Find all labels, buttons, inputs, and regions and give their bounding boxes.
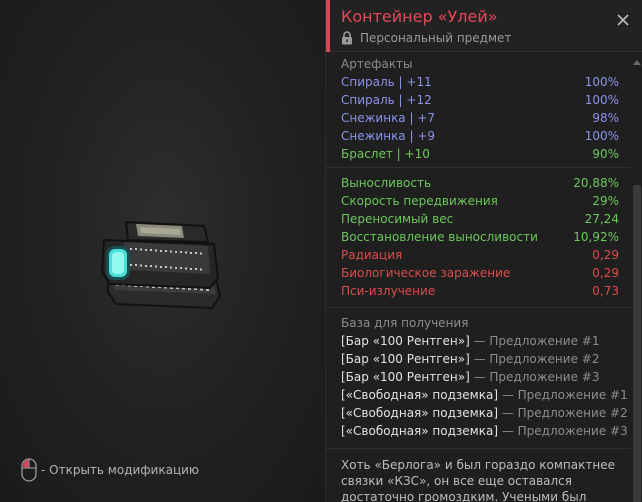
stat-row-psy: Пси-излучение 0,73 — [341, 282, 619, 300]
tooltip-scrollbar[interactable] — [632, 53, 642, 502]
tooltip-scroll-area[interactable]: Артефакты Спираль | +11 100% Спираль | +… — [326, 53, 631, 502]
item-preview: - Открыть модификацию — [0, 0, 325, 502]
artifacts-section: Артефакты Спираль | +11 100% Спираль | +… — [326, 53, 631, 167]
artifact-row: Браслет | +10 90% — [341, 145, 619, 163]
stat-name: Восстановление выносливости — [341, 230, 538, 244]
acquisition-base-title: База для получения — [341, 316, 469, 330]
base-offer-row: [«Свободная» подземка] — Предложение #3 — [341, 422, 628, 440]
artifact-name: Браслет | +10 — [341, 147, 430, 161]
artifact-name: Спираль | +12 — [341, 93, 432, 107]
base-offer: — Предложение #1 — [498, 388, 628, 402]
item-title: Контейнер «Улей» — [341, 7, 498, 26]
acquisition-base-section: База для получения [Бар «100 Рентген»] —… — [326, 307, 631, 448]
artifact-value: 100% — [584, 75, 619, 89]
artifact-row: Спираль | +11 100% — [341, 73, 619, 91]
stat-value: 0,73 — [592, 284, 619, 298]
stat-value: 0,29 — [592, 248, 619, 262]
stat-name: Биологическое заражение — [341, 266, 511, 280]
base-offer-row: [«Свободная» подземка] — Предложение #1 — [341, 386, 628, 404]
open-modification-hint: - Открыть модификацию — [21, 458, 199, 482]
close-icon[interactable] — [615, 12, 631, 28]
hive-container-image — [100, 220, 222, 310]
base-offer: — Предложение #2 — [498, 406, 628, 420]
base-location: [Бар «100 Рентген»] — [341, 370, 470, 384]
stat-value: 10,92% — [573, 230, 619, 244]
scrollbar-thumb[interactable] — [633, 185, 641, 502]
scroll-up-arrow-icon[interactable] — [633, 59, 641, 65]
stat-value: 0,29 — [592, 266, 619, 280]
item-tooltip-panel: Контейнер «Улей» Персональный предмет Ар… — [325, 0, 642, 502]
base-offer: — Предложение #2 — [469, 352, 600, 366]
item-subtitle: Персональный предмет — [341, 31, 511, 45]
stat-value: 29% — [592, 194, 619, 208]
stat-row-stamina: Выносливость 20,88% — [341, 174, 619, 192]
artifact-name: Снежинка | +9 — [341, 129, 436, 143]
stat-value: 27,24 — [584, 212, 619, 226]
artifact-value: 90% — [592, 147, 619, 161]
stat-name: Радиация — [341, 248, 403, 262]
base-offer-row: [Бар «100 Рентген»] — Предложение #2 — [341, 350, 619, 368]
stats-section: Выносливость 20,88% Скорость передвижени… — [326, 167, 631, 307]
base-location: [Бар «100 Рентген»] — [341, 352, 470, 366]
artifacts-title: Артефакты — [341, 57, 413, 71]
base-offer: — Предложение #1 — [469, 334, 600, 348]
base-offer-row: [«Свободная» подземка] — Предложение #2 — [341, 404, 628, 422]
base-location: [«Свободная» подземка] — [341, 406, 499, 420]
artifact-row: Снежинка | +7 98% — [341, 109, 619, 127]
stat-row-carry-weight: Переносимый вес 27,24 — [341, 210, 619, 228]
tooltip-header: Контейнер «Улей» Персональный предмет — [326, 0, 642, 52]
artifact-name: Спираль | +11 — [341, 75, 432, 89]
description-section: Хоть «Берлога» и был гораздо компактнее … — [326, 448, 631, 502]
mouse-icon — [21, 458, 37, 482]
stat-name: Пси-излучение — [341, 284, 436, 298]
base-offer: — Предложение #3 — [469, 370, 600, 384]
item-description: Хоть «Берлога» и был гораздо компактнее … — [341, 458, 615, 502]
artifact-value: 98% — [592, 111, 619, 125]
hint-label: - Открыть модификацию — [41, 463, 200, 477]
base-offer-row: [Бар «100 Рентген»] — Предложение #1 — [341, 332, 619, 350]
stat-name: Выносливость — [341, 176, 432, 190]
base-offer-row: [Бар «100 Рентген»] — Предложение #3 — [341, 368, 619, 386]
stat-row-stamina-regen: Восстановление выносливости 10,92% — [341, 228, 619, 246]
artifact-row: Спираль | +12 100% — [341, 91, 619, 109]
stat-row-radiation: Радиация 0,29 — [341, 246, 619, 264]
stat-row-speed: Скорость передвижения 29% — [341, 192, 619, 210]
base-location: [Бар «100 Рентген»] — [341, 334, 470, 348]
base-location: [«Свободная» подземка] — [341, 424, 499, 438]
artifact-value: 100% — [584, 129, 619, 143]
lock-icon — [342, 31, 352, 45]
artifact-name: Снежинка | +7 — [341, 111, 436, 125]
personal-item-label: Персональный предмет — [360, 31, 512, 45]
stat-row-bio: Биологическое заражение 0,29 — [341, 264, 619, 282]
stat-name: Скорость передвижения — [341, 194, 498, 208]
artifact-value: 100% — [584, 93, 619, 107]
stat-value: 20,88% — [573, 176, 619, 190]
artifact-row: Снежинка | +9 100% — [341, 127, 619, 145]
header-accent-bar — [326, 0, 330, 52]
base-offer: — Предложение #3 — [498, 424, 628, 438]
base-location: [«Свободная» подземка] — [341, 388, 499, 402]
stat-name: Переносимый вес — [341, 212, 454, 226]
